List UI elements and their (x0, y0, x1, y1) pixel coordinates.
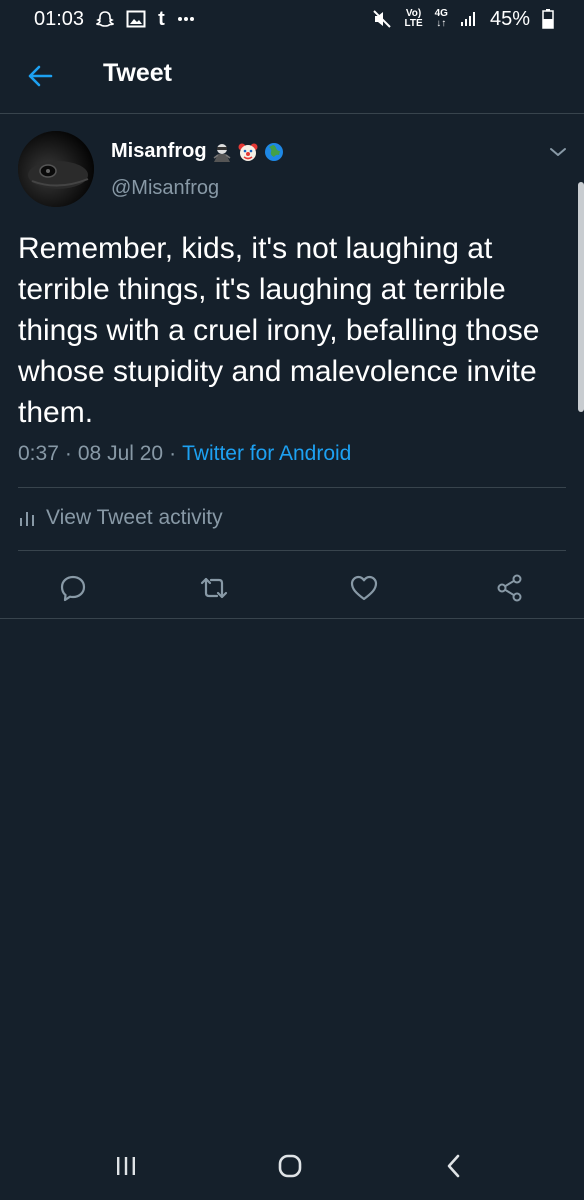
heart-icon (350, 575, 378, 601)
page-title: Tweet (103, 59, 172, 87)
reply-icon (60, 575, 86, 602)
chevron-down-icon (550, 148, 566, 156)
scrollbar[interactable] (578, 182, 584, 412)
battery-percent: 45% (489, 7, 530, 30)
retweet-icon (200, 577, 228, 599)
name-row: Misanfrog (111, 140, 285, 163)
avatar[interactable] (18, 131, 94, 207)
more-dots-icon (177, 16, 195, 22)
recent-apps-button[interactable] (106, 1148, 146, 1184)
meta-separator: · (64, 442, 72, 465)
home-icon (278, 1154, 302, 1178)
divider (18, 487, 566, 488)
tweet-date: 08 Jul 20 (77, 442, 164, 465)
user-handle[interactable]: @Misanfrog (111, 177, 219, 200)
tweet-text: Remember, kids, it's not laughing at ter… (18, 232, 540, 429)
share-button[interactable] (492, 570, 528, 606)
gallery-icon (126, 10, 146, 28)
status-time: 01:03 (34, 7, 85, 30)
network-bottom-label: LTE (404, 18, 423, 29)
signal-icon (460, 11, 478, 27)
system-nav-bar (0, 1132, 584, 1200)
mute-icon (372, 9, 392, 29)
tweet-actions (0, 560, 584, 616)
clown-emoji-icon (238, 143, 258, 161)
like-button[interactable] (346, 570, 382, 606)
reply-button[interactable] (55, 570, 91, 606)
retweet-button[interactable] (196, 570, 232, 606)
chevron-left-icon (447, 1154, 460, 1178)
battery-icon (542, 9, 554, 29)
globe-emoji-icon (264, 142, 283, 161)
activity-label: View Tweet activity (46, 506, 223, 529)
screen: 01:03 t Vo) LTE 4G ↓↑ 45% Tweet Misanfro… (0, 0, 584, 1200)
tumblr-icon: t (158, 7, 165, 30)
meta-separator: · (169, 442, 177, 465)
ninja-emoji-icon (213, 143, 231, 162)
back-button[interactable] (20, 56, 60, 96)
bar-chart-icon (20, 512, 34, 526)
share-icon (497, 574, 522, 602)
home-button[interactable] (270, 1148, 310, 1184)
divider (18, 550, 566, 551)
view-tweet-activity-button[interactable]: View Tweet activity (18, 506, 223, 530)
back-arrow-icon (28, 65, 53, 87)
tweet-source-link[interactable]: Twitter for Android (182, 442, 351, 466)
data-arrows-icon: 4G ↓↑ (434, 8, 448, 29)
tweet-time: 0:37 (18, 442, 59, 465)
system-back-button[interactable] (434, 1148, 474, 1184)
status-bar: 01:03 t Vo) LTE 4G ↓↑ 45% (0, 0, 584, 38)
snapchat-icon (96, 10, 115, 28)
display-name[interactable]: Misanfrog (111, 140, 207, 163)
recent-apps-icon (117, 1157, 135, 1175)
divider (0, 618, 584, 619)
tweet-meta: 0:37 · 08 Jul 20 · Twitter for Android (18, 442, 351, 466)
app-bar: Tweet (0, 38, 584, 114)
tweet-options-button[interactable] (546, 142, 570, 162)
volte-icon: Vo) LTE (404, 9, 422, 29)
